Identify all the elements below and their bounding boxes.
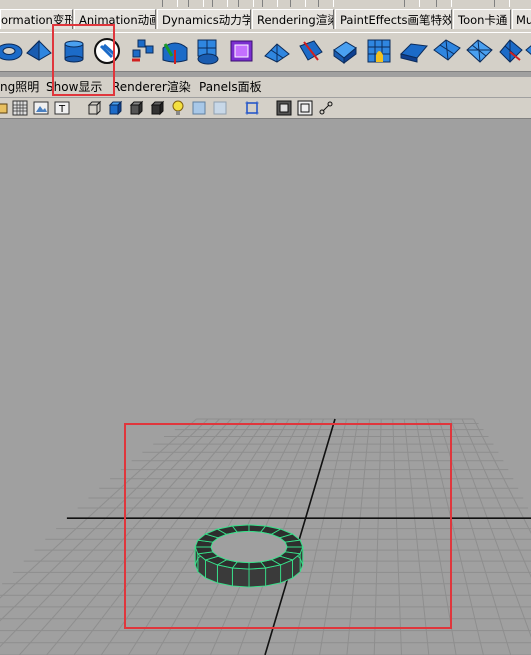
polygon-shelf (0, 32, 531, 72)
menu-renderer[interactable]: Renderer渲染 (112, 77, 191, 97)
poly-fold-icon[interactable] (524, 35, 531, 67)
xray-icon[interactable] (212, 100, 228, 116)
grid-line (403, 418, 430, 655)
grid-line (461, 418, 531, 578)
wedge-face-icon[interactable] (432, 35, 462, 67)
tab-toon[interactable]: Toon卡通 (453, 9, 511, 29)
tab-rendering[interactable]: Rendering渲染 (252, 9, 334, 29)
smooth-cube-icon[interactable] (262, 35, 292, 67)
circle-tool-icon[interactable] (92, 35, 122, 67)
tab-muscle[interactable]: Mu (512, 9, 531, 29)
extrude-face-icon[interactable] (364, 35, 394, 67)
grid-line (450, 418, 531, 638)
svg-text:T: T (58, 104, 66, 115)
poly-separate-icon[interactable] (193, 35, 223, 67)
grid-line (0, 418, 220, 648)
menu-lighting[interactable]: ng照明 (0, 77, 39, 97)
poly-sheet-icon[interactable] (464, 35, 494, 67)
smooth-shaded-cube-icon[interactable] (107, 100, 123, 116)
grid-line (18, 418, 232, 655)
poly-pyramid-icon[interactable] (24, 35, 54, 67)
perspective-viewport[interactable] (0, 119, 531, 655)
poly-plane-icon[interactable] (296, 35, 326, 67)
torus-wall-face (265, 564, 282, 587)
grid-line (473, 418, 531, 534)
resolution-gate-icon[interactable] (276, 100, 292, 116)
tab-paint-effects[interactable]: PaintEffects画笔特效 (335, 9, 452, 29)
poly-torus-object[interactable] (194, 524, 304, 588)
flat-shaded-cube-icon[interactable] (128, 100, 144, 116)
origin-axes (66, 418, 531, 655)
tab-animation[interactable]: Animation动画 (74, 9, 156, 29)
torus-hole (210, 530, 288, 564)
poly-torus-icon[interactable] (0, 35, 24, 67)
torus-wall-face (248, 567, 267, 588)
texture-icon[interactable]: T (54, 100, 70, 116)
poly-cylinder-icon[interactable] (59, 35, 89, 67)
grid-line (0, 418, 197, 599)
tab-deformation[interactable]: ormation变形 (0, 9, 73, 29)
grid-line (0, 418, 209, 622)
tab-dynamics[interactable]: Dynamics动力学 (157, 9, 251, 29)
split-polygon-icon[interactable] (496, 35, 526, 67)
poly-bevel-icon[interactable] (330, 35, 360, 67)
grid-line (373, 418, 382, 655)
menu-show[interactable]: Show显示 (46, 77, 102, 97)
torus-wall-face (216, 564, 233, 587)
wireframe-cube-icon[interactable] (86, 100, 102, 116)
isolate-select-icon[interactable] (244, 100, 260, 116)
grid-line (346, 418, 371, 655)
torus-wall-face (231, 567, 250, 588)
panel-menu-bar: ng照明 Show显示 Renderer渲染 Panels面板 (0, 77, 531, 97)
poly-extract-icon[interactable] (128, 35, 158, 67)
menu-panels[interactable]: Panels面板 (199, 77, 262, 97)
panel-toolbar: T (0, 98, 531, 119)
poly-split-icon[interactable] (160, 35, 190, 67)
image-plane-icon[interactable] (33, 100, 49, 116)
safe-frame-icon[interactable] (297, 100, 313, 116)
shelf-tab-bar: ormation变形 Animation动画 Dynamics动力学 Rende… (0, 8, 531, 32)
camera-icon[interactable] (0, 100, 10, 116)
poly-grid-icon[interactable] (399, 35, 429, 67)
default-lighting-icon[interactable] (191, 100, 207, 116)
grid-icon[interactable] (12, 100, 28, 116)
textured-cube-icon[interactable] (149, 100, 165, 116)
grid-line (392, 418, 402, 655)
poly-combine-icon[interactable] (227, 35, 257, 67)
viewport-scene (0, 418, 531, 655)
lights-bulb-icon[interactable] (170, 100, 186, 116)
field-chart-icon[interactable] (318, 100, 334, 116)
